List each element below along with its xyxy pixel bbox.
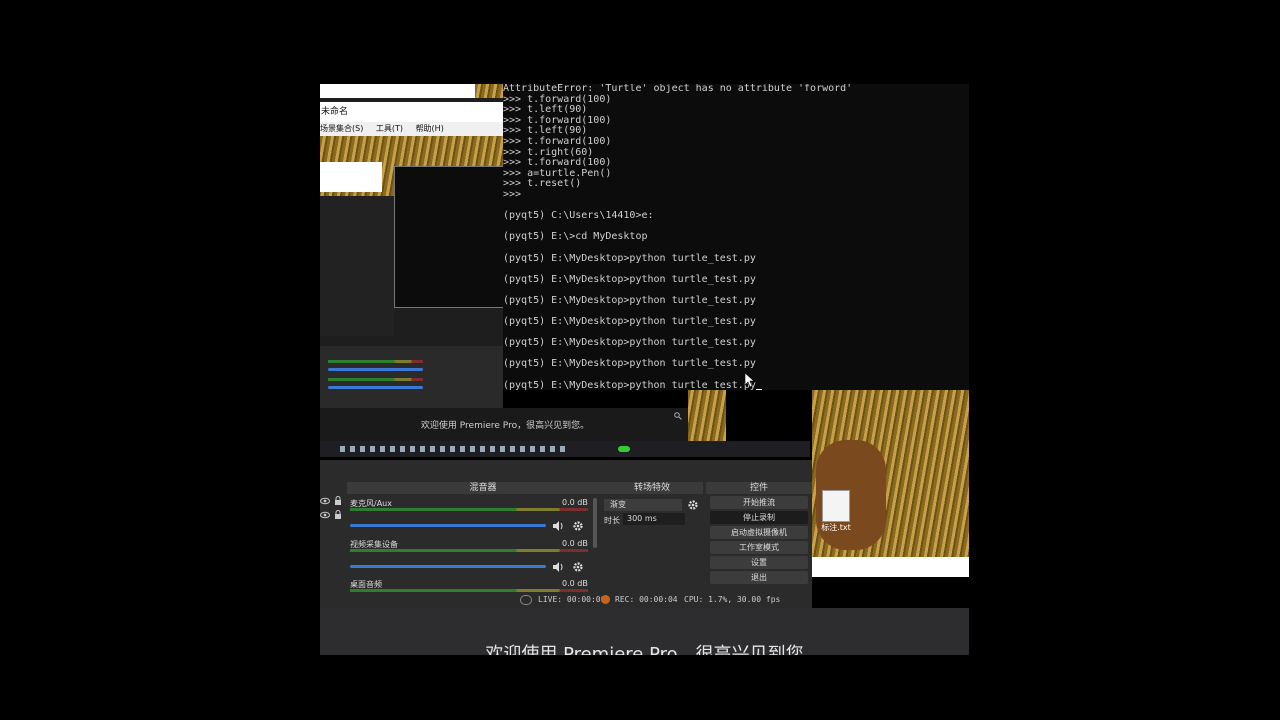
video-capture-db: 0.0 dB: [562, 539, 588, 548]
transitions-title: 转场特效: [601, 482, 703, 494]
command-prompt[interactable]: AttributeError: 'Turtle' object has no a…: [503, 84, 969, 390]
taskbar: [320, 441, 810, 457]
nested-obs: [320, 196, 394, 336]
lock-icon[interactable]: [334, 496, 342, 506]
terminal-line: (pyqt5) E:\MyDesktop>python turtle_test.…: [503, 252, 756, 264]
record-indicator-icon: [601, 595, 610, 604]
nested-slider-1: [328, 368, 423, 371]
obs-status-bar: LIVE: 00:00:00 REC: 00:00:04 CPU: 1.7%, …: [320, 592, 812, 608]
speaker-icon[interactable]: [552, 561, 564, 573]
terminal-output: AttributeError: 'Turtle' object has no a…: [503, 84, 969, 390]
thumbnail-topbar: [320, 84, 475, 98]
nested-meter-1: [328, 360, 423, 363]
nested-terminal: [394, 166, 503, 308]
terminal-line: (pyqt5) E:\MyDesktop>python turtle_test.…: [503, 380, 969, 390]
file-label[interactable]: 标注.txt: [814, 522, 858, 533]
gear-icon[interactable]: [572, 520, 584, 532]
nested-mixer: [320, 346, 503, 410]
text-cursor: [755, 389, 762, 390]
terminal-line: >>>: [503, 188, 522, 200]
nested-white-window: [320, 162, 382, 192]
desktop-audio-db: 0.0 dB: [562, 579, 588, 588]
terminal-line: >>> t.reset(): [503, 178, 582, 190]
duration-input[interactable]: 300 ms: [623, 513, 685, 525]
menu-scene-collection[interactable]: 场景集合(S): [320, 124, 363, 133]
eye-icon[interactable]: [320, 497, 330, 505]
studio-mode-button[interactable]: 工作室模式: [710, 541, 808, 554]
nested-desktop-thumbnail: 未命名 场景集合(S) 工具(T) 帮助(H): [320, 84, 503, 410]
terminal-line: (pyqt5) E:\>cd MyDesktop: [503, 231, 648, 243]
menu-tools[interactable]: 工具(T): [376, 124, 403, 133]
broadcast-icon: [520, 595, 532, 605]
transition-select[interactable]: 渐变: [604, 499, 682, 511]
mixer-title: 混音器: [347, 482, 619, 494]
video-capture-meter: [350, 549, 588, 552]
video-capture-volume-slider[interactable]: [350, 565, 546, 568]
terminal-line: (pyqt5) C:\Users\14410>e:: [503, 210, 654, 222]
mic-aux-volume-slider[interactable]: [350, 524, 546, 527]
speaker-icon[interactable]: [552, 520, 564, 532]
premiere-welcome-text: 欢迎使用 Premiere Pro，很高兴见到您。: [420, 421, 590, 431]
terminal-line: (pyqt5) E:\MyDesktop>python turtle_test.…: [503, 273, 756, 285]
nested-slider-2: [328, 386, 423, 389]
controls-title: 控件: [706, 482, 812, 494]
rec-timer: REC: 00:00:04: [615, 595, 678, 604]
duration-label: 时长: [604, 516, 620, 525]
stop-recording-button[interactable]: 停止录制: [710, 511, 808, 524]
nested-meter-2: [328, 378, 423, 381]
terminal-line: >>> t.forward(100): [503, 135, 612, 147]
gear-icon[interactable]: [687, 499, 699, 511]
toggle-icon: [618, 446, 630, 452]
live-timer: LIVE: 00:00:00: [538, 595, 606, 604]
mixer-scrollbar[interactable]: [593, 498, 597, 548]
text-file-icon[interactable]: [822, 490, 850, 522]
taskbar-icons[interactable]: [340, 446, 570, 452]
start-streaming-button[interactable]: 开始推流: [710, 496, 808, 509]
transitions-dock: 转场特效 渐变 时长 300 ms: [601, 482, 703, 594]
cpu-fps: CPU: 1.7%, 30.00 fps: [684, 595, 781, 604]
terminal-line: AttributeError: 'Turtle' object has no a…: [503, 84, 853, 94]
eye-icon[interactable]: [320, 511, 330, 519]
terminal-line: (pyqt5) E:\MyDesktop>python turtle_test.…: [503, 358, 756, 370]
terminal-line: (pyqt5) E:\MyDesktop>python turtle_test.…: [503, 337, 756, 349]
menu-help[interactable]: 帮助(H): [416, 124, 444, 133]
bottom-welcome-text: 欢迎使用 Premiere Pro，很高兴见到您: [485, 644, 804, 655]
mouse-pointer-icon: [745, 373, 755, 388]
menu-bar: 场景集合(S) 工具(T) 帮助(H): [320, 122, 503, 136]
mic-aux-db: 0.0 dB: [562, 498, 588, 507]
exit-button[interactable]: 退出: [710, 571, 808, 584]
thumbnail-wallpaper-corner: [475, 84, 503, 98]
mic-aux-meter: [350, 508, 588, 511]
window-title: 未命名: [320, 102, 503, 122]
terminal-line: (pyqt5) E:\MyDesktop>python turtle_test.…: [503, 294, 756, 306]
obs-dock-area: 混音器 麦克风/Aux 0.0 dB 视频采集设备 0.0 dB 桌面音频 0.…: [320, 460, 812, 610]
audio-mixer-dock: 混音器 麦克风/Aux 0.0 dB 视频采集设备 0.0 dB 桌面音频 0.…: [347, 482, 619, 594]
white-strip-bottom: [812, 557, 969, 577]
lock-icon[interactable]: [334, 510, 342, 520]
terminal-line: (pyqt5) E:\MyDesktop>python turtle_test.…: [503, 316, 756, 328]
controls-dock: 控件 开始推流 停止录制 启动虚拟摄像机 工作室模式 设置 退出: [706, 482, 812, 594]
start-virtual-camera-button[interactable]: 启动虚拟摄像机: [710, 526, 808, 539]
settings-button[interactable]: 设置: [710, 556, 808, 569]
wallpaper-strip: [688, 390, 726, 444]
gear-icon[interactable]: [572, 561, 584, 573]
